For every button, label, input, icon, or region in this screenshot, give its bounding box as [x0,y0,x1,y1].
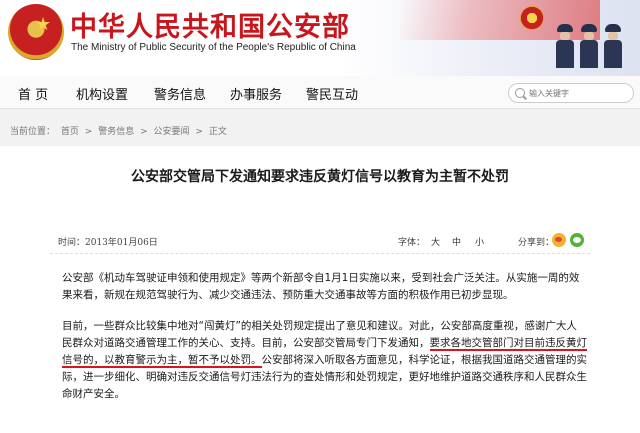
article-meta: 时间：2013年01月06日 字体： 大 中 小 分享到： [50,232,590,254]
breadcrumb-home[interactable]: 首页 [61,127,79,137]
share-label: 分享到： [518,238,555,248]
article-container: 公安部交管局下发通知要求违反黄灯信号以教育为主暂不处罚 时间：2013年01月0… [0,146,640,433]
site-title[interactable]: 中华人民共和国公安部 [70,5,350,44]
paragraph-line: 命财产安全。 [62,388,125,400]
paragraph-text: 公安部将深入听取各方面意见，科学论证，根据我国道路交通管理的实 [261,354,588,366]
paragraph-line: 目前，一些群众比较集中地对“闯黄灯”的相关处罚规定提出了意见和建议。对此，公安部… [62,320,577,332]
site-subtitle: The Ministry of Public Security of the P… [71,42,356,53]
paragraph-line: 际，进一步细化、明确对违反交通信号灯违法行为的查处情形和处罚规定，更好地维护道路… [62,371,587,383]
highlighted-text: 要求各地交管部门对目前违反黄灯 [429,337,587,351]
officer-figure [604,24,622,68]
breadcrumb-ministry-news[interactable]: 公安要闻 [154,127,190,137]
weibo-icon[interactable] [552,233,566,247]
officer-figure [580,24,598,68]
breadcrumb-police-news[interactable]: 警务信息 [98,127,134,137]
breadcrumb-separator: > [195,127,203,137]
nav-item-services[interactable]: 办事服务 [230,84,282,103]
nav-item-home[interactable]: 首 页 [18,84,48,103]
paragraph-line: 公安部《机动车驾驶证申领和使用规定》等两个新部令自1月1日实施以来，受到社会广泛… [62,272,580,284]
font-size-medium-button[interactable]: 中 [452,235,461,248]
font-size-large-button[interactable]: 大 [431,235,440,248]
officer-figure [556,24,574,68]
national-emblem-icon: ★ [8,4,64,60]
nav-item-organization[interactable]: 机构设置 [76,84,128,103]
paragraph-text: 民群众对道路交通管理工作的关心、支持。目前，公安部交管局专门下发通知， [62,337,430,349]
paragraph-line: 果来看，新规在规范驾驶行为、减少交通违法、预防重大交通事故等方面的积极作用已初步… [62,289,514,301]
article-paragraph-2: 目前，一些群众比较集中地对“闯黄灯”的相关处罚规定提出了意见和建议。对此，公安部… [62,318,587,403]
search-box[interactable] [508,83,634,103]
breadcrumb-current: 正文 [208,127,227,137]
article-paragraph-1: 公安部《机动车驾驶证申领和使用规定》等两个新部令自1月1日实施以来，受到社会广泛… [62,270,582,304]
search-icon[interactable] [515,88,525,98]
nav-item-interaction[interactable]: 警民互动 [306,84,358,103]
breadcrumb: 当前位置： 首页 > 警务信息 > 公安要闻 > 正文 [10,124,230,137]
article-title: 公安部交管局下发通知要求违反黄灯信号以教育为主暂不处罚 [131,169,509,185]
article-date: 时间：2013年01月06日 [58,238,158,248]
nav-item-police-news[interactable]: 警务信息 [154,84,206,103]
wechat-icon[interactable] [570,233,584,247]
breadcrumb-separator: > [84,127,93,137]
police-badge-icon [520,6,544,30]
font-size-label: 字体： [398,238,426,248]
paragraph-line: 信号的，以教育警示为主，暂不予以处罚。公安部将深入听取各方面意见，科学论证，根据… [62,352,587,369]
highlighted-text: 信号的，以教育警示为主，暂不予以处罚。 [62,354,262,368]
breadcrumb-separator: > [140,127,148,137]
search-input[interactable] [529,85,629,101]
paragraph-line: 民群众对道路交通管理工作的关心、支持。目前，公安部交管局专门下发通知，要求各地交… [62,335,587,352]
breadcrumb-label: 当前位置： [10,127,56,137]
font-size-small-button[interactable]: 小 [475,235,484,248]
site-header: ★ 中华人民共和国公安部 The Ministry of Public Secu… [0,0,640,76]
